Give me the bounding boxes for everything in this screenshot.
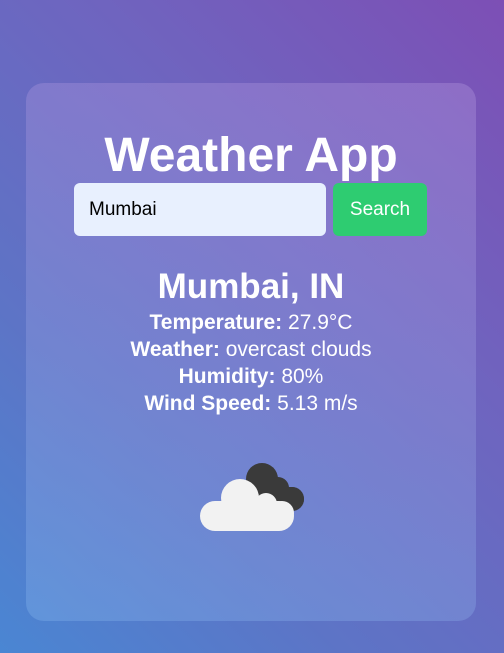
- temperature-value: 27.9°C: [288, 311, 353, 334]
- temperature-label: Temperature:: [149, 311, 283, 334]
- wind-speed-value: 5.13 m/s: [277, 392, 358, 415]
- page-title: Weather App: [104, 129, 398, 182]
- wind-speed-row: Wind Speed: 5.13 m/s: [26, 390, 476, 417]
- humidity-value: 80%: [281, 365, 324, 388]
- weather-card: Weather App Search Mumbai, IN Temperatur…: [26, 83, 476, 621]
- weather-row: Weather: overcast clouds: [26, 336, 476, 363]
- humidity-row: Humidity: 80%: [26, 363, 476, 390]
- location-title: Mumbai, IN: [157, 267, 345, 306]
- search-button[interactable]: Search: [333, 183, 427, 236]
- search-row: Search: [74, 183, 427, 236]
- humidity-label: Humidity:: [178, 365, 276, 388]
- weather-value: overcast clouds: [225, 338, 372, 361]
- weather-label: Weather:: [130, 338, 220, 361]
- overcast-clouds-icon: [200, 463, 304, 531]
- city-search-input[interactable]: [74, 183, 326, 236]
- wind-speed-label: Wind Speed:: [144, 392, 272, 415]
- temperature-row: Temperature: 27.9°C: [26, 309, 476, 336]
- weather-details: Temperature: 27.9°C Weather: overcast cl…: [26, 309, 476, 417]
